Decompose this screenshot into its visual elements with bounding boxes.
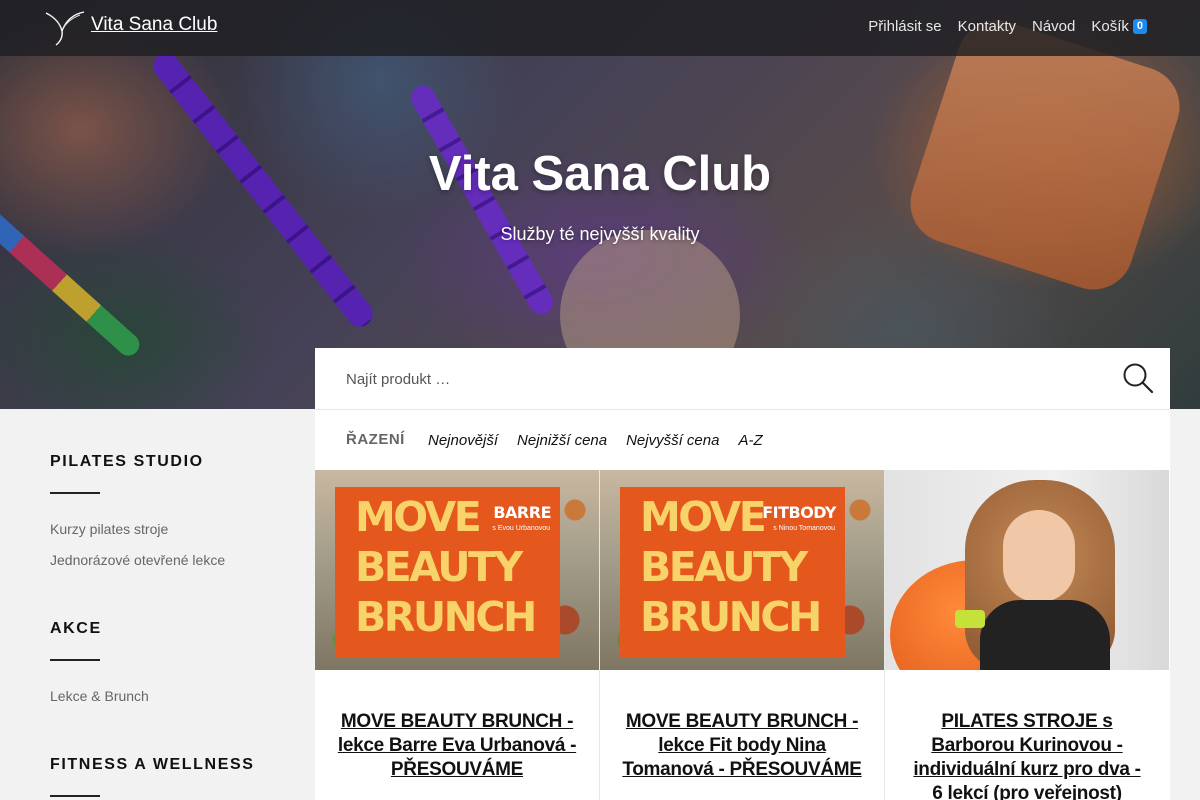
cart-label: Košík: [1091, 18, 1129, 35]
sort-newest-link[interactable]: Nejnovější: [428, 432, 498, 449]
promo-line: MOVE: [640, 493, 767, 541]
product-grid: MOVE BARRE s Evou Urbanovou BEAUTY BRUNC…: [315, 470, 1170, 800]
nav-guide-link[interactable]: Návod: [1032, 18, 1075, 35]
sidebar-section-title-pilates: PILATES STUDIO: [50, 453, 204, 470]
shop-panel: ŘAZENÍ Nejnovější Nejnižší cena Nejvyšší…: [315, 348, 1170, 800]
promo-tag: FITBODY: [762, 503, 836, 522]
product-search-bar: [315, 348, 1170, 410]
main-nav: Přihlásit se Kontakty Návod Košík 0: [868, 18, 1147, 35]
promo-graphic: MOVE BARRE s Evou Urbanovou BEAUTY BRUNC…: [335, 487, 560, 657]
promo-tag: BARRE: [493, 503, 551, 522]
top-navigation-bar: Vita Sana Club Přihlásit se Kontakty Náv…: [0, 0, 1200, 56]
promo-line: BRUNCH: [640, 593, 822, 641]
product-search-input[interactable]: [315, 348, 1105, 410]
sidebar-divider: [50, 659, 100, 661]
promo-graphic: MOVE FITBODY s Ninou Tomanovou BEAUTY BR…: [620, 487, 845, 657]
product-image[interactable]: MOVE BARRE s Evou Urbanovou BEAUTY BRUNC…: [315, 470, 599, 670]
product-card[interactable]: PILATES STROJE s Barborou Kurinovou - in…: [885, 470, 1170, 800]
sidebar-link-brunch[interactable]: Lekce & Brunch: [50, 688, 149, 704]
product-title-link[interactable]: MOVE BEAUTY BRUNCH - lekce Barre Eva Urb…: [337, 710, 577, 782]
sort-bar: ŘAZENÍ Nejnovější Nejnižší cena Nejvyšší…: [315, 410, 1170, 470]
promo-line: BEAUTY: [355, 543, 523, 591]
sort-az-link[interactable]: A-Z: [738, 432, 762, 449]
product-image[interactable]: [885, 470, 1169, 670]
cart-count-badge: 0: [1132, 19, 1147, 34]
hero-subtitle: Služby té nejvyšší kvality: [500, 224, 700, 244]
sidebar: PILATES STUDIO Kurzy pilates stroje Jedn…: [0, 409, 315, 800]
nav-login-link[interactable]: Přihlásit se: [868, 18, 941, 35]
sidebar-section-title-akce: AKCE: [50, 620, 102, 637]
bird-logo-icon[interactable]: [44, 9, 86, 47]
brand-name-link[interactable]: Vita Sana Club: [91, 14, 217, 36]
product-title-link[interactable]: MOVE BEAUTY BRUNCH - lekce Fit body Nina…: [622, 710, 862, 782]
promo-line: BRUNCH: [355, 593, 537, 641]
product-card[interactable]: MOVE FITBODY s Ninou Tomanovou BEAUTY BR…: [600, 470, 885, 800]
sidebar-link-single-lessons[interactable]: Jednorázové otevřené lekce: [50, 552, 225, 568]
nav-contacts-link[interactable]: Kontakty: [958, 18, 1016, 35]
nav-cart-link[interactable]: Košík 0: [1091, 18, 1147, 35]
sidebar-section-title-fitness: FITNESS A WELLNESS: [50, 756, 255, 773]
search-icon[interactable]: [1122, 362, 1154, 394]
sort-label: ŘAZENÍ: [346, 431, 405, 448]
sidebar-divider: [50, 795, 100, 797]
promo-small-text: s Evou Urbanovou: [492, 525, 550, 532]
promo-small-text: s Ninou Tomanovou: [773, 525, 835, 532]
sort-lowest-price-link[interactable]: Nejnižší cena: [517, 432, 607, 449]
hero-title: Vita Sana Club: [428, 147, 772, 201]
promo-line: MOVE: [355, 493, 482, 541]
sort-options: Nejnovější Nejnižší cena Nejvyšší cena A…: [428, 432, 763, 449]
sort-highest-price-link[interactable]: Nejvyšší cena: [626, 432, 719, 449]
promo-line: BEAUTY: [640, 543, 808, 591]
product-image[interactable]: MOVE FITBODY s Ninou Tomanovou BEAUTY BR…: [600, 470, 884, 670]
product-title-link[interactable]: PILATES STROJE s Barborou Kurinovou - in…: [907, 710, 1147, 800]
sidebar-divider: [50, 492, 100, 494]
product-card[interactable]: MOVE BARRE s Evou Urbanovou BEAUTY BRUNC…: [315, 470, 600, 800]
sidebar-link-pilates-courses[interactable]: Kurzy pilates stroje: [50, 521, 168, 537]
